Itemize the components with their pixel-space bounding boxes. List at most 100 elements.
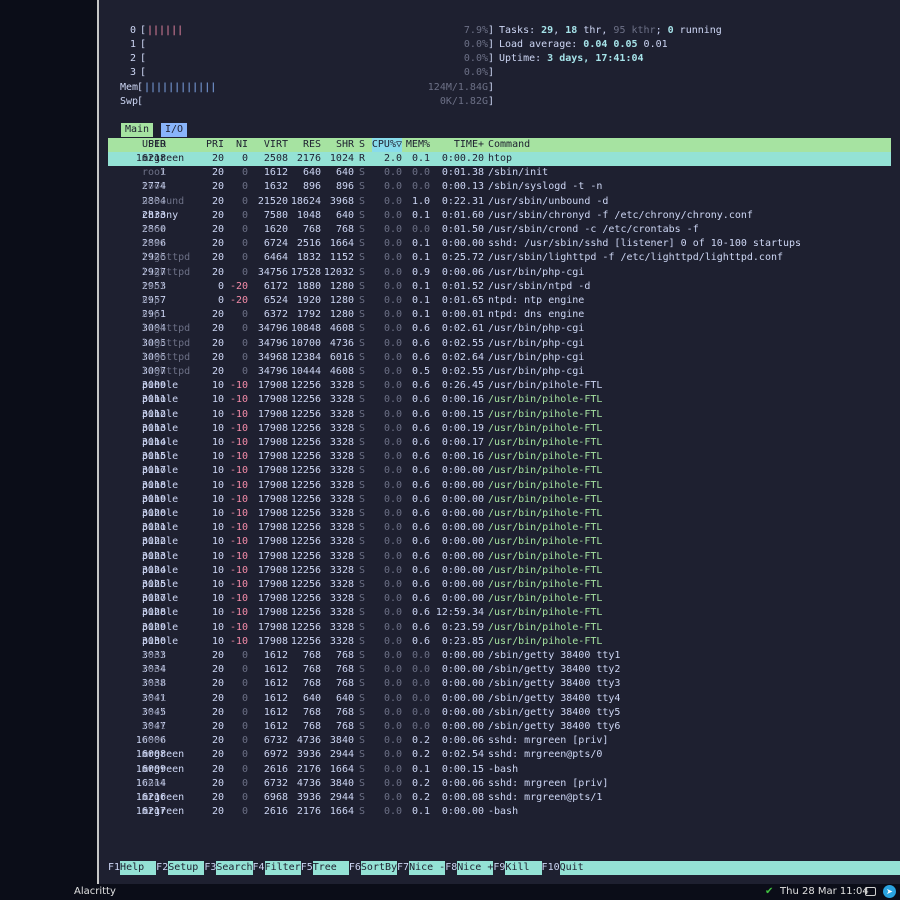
col-mem[interactable]: MEM% [406, 138, 430, 152]
fkey-f1[interactable]: F1 [108, 861, 120, 875]
fkey-f2[interactable]: F2 [156, 861, 168, 875]
fkey-f3[interactable]: F3 [204, 861, 216, 875]
cell-virt: 2616 [263, 763, 288, 775]
table-row[interactable]: 3030 pihole 10 -10 17908 12256 3328 S 0.0 0.6 0:23… [108, 635, 891, 649]
table-row[interactable]: 2927 lighttpd 20 0 34756 17528 12032 S 0.0 0.9 0:0… [108, 266, 891, 280]
fkey-f5[interactable]: F5 [301, 861, 313, 875]
table-row[interactable]: 16216 mrgreen 20 0 6968 3936 2944 S 0.0 0.2 0:00.0… [108, 791, 891, 805]
fkey-f10[interactable]: F10 [542, 861, 560, 875]
table-row[interactable]: 3004 lighttpd 20 0 34796 10848 4608 S 0.0 0.6 0:02… [108, 322, 891, 336]
col-pri[interactable]: PRI [206, 138, 224, 152]
table-row[interactable]: 3041 root 20 0 1612 640 640 S 0.0 0.0 0:00.00/sbin… [108, 692, 891, 706]
table-row[interactable]: 3012 pihole 10 -10 17908 12256 3328 S 0.0 0.6 0:00… [108, 408, 891, 422]
cell-pri: 20 [211, 351, 224, 363]
table-row[interactable]: 3045 root 20 0 1612 768 768 S 0.0 0.0 0:00.00/sbin… [108, 706, 891, 720]
table-row[interactable]: 3038 root 20 0 1612 768 768 S 0.0 0.0 0:00.00/sbin… [108, 677, 891, 691]
table-row[interactable]: 3007 lighttpd 20 0 34796 10444 4608 S 0.0 0.5 0:02… [108, 365, 891, 379]
table-row[interactable]: 2860 root 20 0 1620 768 768 S 0.0 0.0 0:01.50/usr/… [108, 223, 891, 237]
fkey-f9[interactable]: F9 [493, 861, 505, 875]
col-ni[interactable]: NI [236, 138, 248, 152]
fkey-label[interactable]: Nice + [457, 861, 494, 875]
table-row[interactable]: 3013 pihole 10 -10 17908 12256 3328 S 0.0 0.6 0:00… [108, 422, 891, 436]
table-row[interactable]: 1 root 20 0 1612 640 640 S 0.0 0.0 0:01.38/sbin/in… [108, 166, 891, 180]
col-shr[interactable]: SHR [336, 138, 354, 152]
table-row[interactable]: 3021 pihole 10 -10 17908 12256 3328 S 0.0 0.6 0:00… [108, 521, 891, 535]
table-row[interactable]: 3033 root 20 0 1612 768 768 S 0.0 0.0 0:00.00/sbin… [108, 649, 891, 663]
table-row[interactable]: 16218 mrgreen 20 0 2508 2176 1024 R 2.0 0.1 0:00.2… [108, 152, 891, 166]
table-row[interactable]: 3024 pihole 10 -10 17908 12256 3328 S 0.0 0.6 0:00… [108, 564, 891, 578]
table-row[interactable]: 3027 pihole 10 -10 17908 12256 3328 S 0.0 0.6 0:00… [108, 592, 891, 606]
cell-time: 0:00.00 [441, 550, 484, 562]
table-row[interactable]: 3034 root 20 0 1612 768 768 S 0.0 0.0 0:00.00/sbin… [108, 663, 891, 677]
meter-value: 0K/1.82G [439, 96, 488, 107]
cell-time: 0:00.00 [441, 564, 484, 576]
table-row[interactable]: 2953 root 0 -20 6172 1880 1280 S 0.0 0.1 0:01.52/u… [108, 280, 891, 294]
table-row[interactable]: 16217 mrgreen 20 0 2616 2176 1664 S 0.0 0.1 0:00.0… [108, 805, 891, 819]
table-row[interactable]: 2961 ntp 20 0 6372 1792 1280 S 0.0 0.1 0:00.01 ntpd… [108, 308, 891, 322]
cell-command: ntpd: ntp engine [488, 295, 585, 306]
fkey-label[interactable]: Filter [264, 861, 301, 875]
cell-time: 0:02.54 [441, 749, 484, 761]
table-row[interactable]: 3029 pihole 10 -10 17908 12256 3328 S 0.0 0.6 0:23… [108, 621, 891, 635]
table-row[interactable]: 3006 lighttpd 20 0 34968 12384 6016 S 0.0 0.6 0:02… [108, 351, 891, 365]
table-row[interactable]: 3011 pihole 10 -10 17908 12256 3328 S 0.0 0.6 0:00… [108, 393, 891, 407]
check-icon[interactable]: ✔ [765, 886, 773, 897]
fkey-label[interactable]: Kill [505, 861, 542, 875]
clock[interactable]: Thu 28 Mar 11:04 [780, 886, 869, 897]
col-state[interactable]: S [359, 138, 365, 152]
table-row[interactable]: 2926 lighttpd 20 0 6464 1832 1152 S 0.0 0.1 0:25.7… [108, 251, 891, 265]
tab-io[interactable]: I/O [161, 123, 188, 137]
camera-icon[interactable] [865, 887, 876, 896]
cell-user: pihole [142, 380, 179, 392]
table-row[interactable]: 2957 ntp 0 -20 6524 1920 1280 S 0.0 0.1 0:01.65 ntp… [108, 294, 891, 308]
fkey-f6[interactable]: F6 [349, 861, 361, 875]
cell-mem: 0.6 [411, 380, 430, 392]
taskbar-app-name[interactable]: Alacritty [74, 886, 116, 897]
col-time[interactable]: TIME+ [454, 138, 484, 152]
fkey-label[interactable]: Quit [559, 861, 900, 875]
col-virt[interactable]: VIRT [264, 138, 288, 152]
fkey-f4[interactable]: F4 [253, 861, 265, 875]
fkey-label[interactable]: Nice - [409, 861, 446, 875]
fkey-f8[interactable]: F8 [445, 861, 457, 875]
fkey-f7[interactable]: F7 [397, 861, 409, 875]
table-row[interactable]: 3025 pihole 10 -10 17908 12256 3328 S 0.0 0.6 0:00… [108, 578, 891, 592]
table-row[interactable]: 2774 root 20 0 1632 896 896 S 0.0 0.0 0:00.13/sbin… [108, 180, 891, 194]
table-row[interactable]: 2804 unbound 20 0 21520 18624 3968 S 0.0 1.0 0:22.… [108, 195, 891, 209]
table-row[interactable]: 16006 root 20 0 6732 4736 3840 S 0.0 0.2 0:00.06 ss… [108, 734, 891, 748]
col-cpu[interactable]: CPU%▽ [371, 138, 402, 152]
fkey-label[interactable]: Tree [312, 861, 349, 875]
table-row[interactable]: 2833 chrony 20 0 7580 1048 640 S 0.0 0.1 0:01.60/u… [108, 209, 891, 223]
col-user[interactable]: USER [142, 138, 166, 152]
cell-shr: 3328 [329, 607, 354, 619]
table-row[interactable]: 3047 root 20 0 1612 768 768 S 0.0 0.0 0:00.00/sbin… [108, 720, 891, 734]
table-row[interactable]: 3022 pihole 10 -10 17908 12256 3328 S 0.0 0.6 0:00… [108, 535, 891, 549]
cell-cpu: 0.0 [383, 380, 402, 392]
table-row[interactable]: 2896 root 20 0 6724 2516 1664 S 0.0 0.1 0:00.00 ssh… [108, 237, 891, 251]
cell-time: 0:23.59 [441, 621, 484, 633]
fkey-label[interactable]: Help [120, 861, 157, 875]
table-row[interactable]: 3023 pihole 10 -10 17908 12256 3328 S 0.0 0.6 0:00… [108, 550, 891, 564]
tab-main[interactable]: Main [121, 123, 154, 137]
table-row[interactable]: 3005 lighttpd 20 0 34796 10700 4736 S 0.0 0.6 0:02… [108, 337, 891, 351]
cell-shr: 3328 [329, 508, 354, 519]
table-row[interactable]: 3019 pihole 10 -10 17908 12256 3328 S 0.0 0.6 0:00… [108, 493, 891, 507]
table-row[interactable]: 16214 root 20 0 6732 4736 3840 S 0.0 0.2 0:00.06 ss… [108, 777, 891, 791]
table-row[interactable]: 3020 pihole 10 -10 17908 12256 3328 S 0.0 0.6 0:00… [108, 507, 891, 521]
table-row[interactable]: 3018 pihole 10 -10 17908 12256 3328 S 0.0 0.6 0:00… [108, 479, 891, 493]
table-row[interactable]: 16008 mrgreen 20 0 6972 3936 2944 S 0.0 0.2 0:02.5… [108, 748, 891, 762]
col-command[interactable]: Command [488, 138, 530, 152]
table-row[interactable]: 3015 pihole 10 -10 17908 12256 3328 S 0.0 0.6 0:00… [108, 450, 891, 464]
fkey-label[interactable]: Search [216, 861, 253, 875]
table-row[interactable]: 3014 pihole 10 -10 17908 12256 3328 S 0.0 0.6 0:00… [108, 436, 891, 450]
fkey-label[interactable]: SortBy [360, 861, 398, 875]
col-res[interactable]: RES [303, 138, 321, 152]
table-row[interactable]: 3017 pihole 10 -10 17908 12256 3328 S 0.0 0.6 0:00… [108, 464, 891, 478]
table-row[interactable]: 16009 mrgreen 20 0 2616 2176 1664 S 0.0 0.1 0:00.1… [108, 763, 891, 777]
table-row[interactable]: 3009 pihole 10 -10 17908 12256 3328 S 0.0 0.6 0:26… [108, 379, 891, 393]
telegram-icon[interactable]: ➤ [883, 885, 896, 898]
cell-state: S [359, 181, 366, 193]
table-row[interactable]: 3028 pihole 10 -10 17908 12256 3328 S 0.0 0.6 12:5… [108, 606, 891, 620]
fkey-label[interactable]: Setup [168, 861, 205, 875]
cell-time: 0:00.00 [441, 465, 484, 477]
